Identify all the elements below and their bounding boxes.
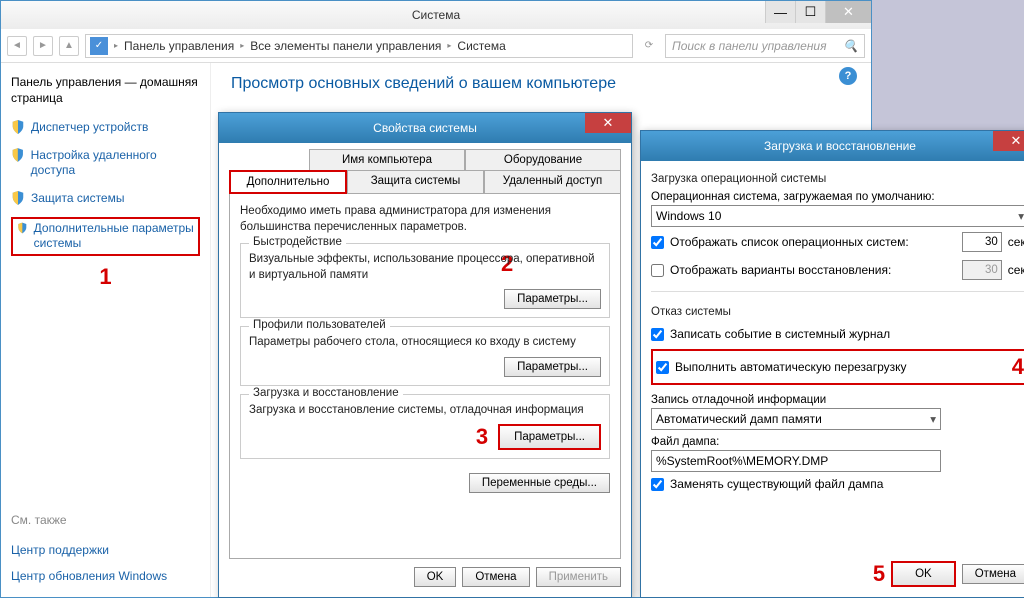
system-properties-dialog: Свойства системы ✕ 2 Имя компьютера Обор… [218,112,632,598]
minimize-button[interactable]: — [765,1,795,23]
dialog-titlebar: Загрузка и восстановление ✕ [641,131,1024,161]
control-panel-icon: ✓ [90,37,108,55]
sidebar-home[interactable]: Панель управления — домашняя страница [11,75,200,106]
tab-protection[interactable]: Защита системы [347,170,484,194]
apply-button: Применить [536,567,621,587]
back-button[interactable]: ◄ [7,36,27,56]
dialog-title: Свойства системы [229,121,621,135]
link-windows-update[interactable]: Центр обновления Windows [11,567,200,585]
dialog-close-button[interactable]: ✕ [993,131,1024,151]
refresh-button[interactable]: ⟳ [639,36,659,56]
marker-1: 1 [99,264,111,290]
dialog-close-button[interactable]: ✕ [585,113,631,133]
breadcrumb-item[interactable]: Панель управления [124,39,234,53]
shield-icon [17,221,28,235]
show-os-list-checkbox[interactable] [651,236,664,249]
search-input[interactable]: Поиск в панели управления 🔍 [665,34,865,58]
tab-hardware[interactable]: Оборудование [465,149,621,170]
dumpfile-input[interactable]: %SystemRoot%\MEMORY.DMP [651,450,941,472]
recovery-seconds: 30 [962,260,1002,280]
shield-icon [11,120,25,134]
tab-computer-name[interactable]: Имя компьютера [309,149,465,170]
env-vars-button[interactable]: Переменные среды... [469,473,610,493]
titlebar: Система — ☐ ✕ [1,1,871,29]
close-button[interactable]: ✕ [825,1,871,23]
sidebar-advanced-settings[interactable]: Дополнительные параметры системы [11,217,200,256]
page-title: Просмотр основных сведений о вашем компь… [231,75,851,93]
default-os-select[interactable]: Windows 10 [651,205,1024,227]
marker-3: 3 [476,424,488,450]
dump-label: Запись отладочной информации [651,394,1024,406]
shield-icon [11,148,25,162]
window-title: Система [412,8,460,22]
marker-5: 5 [873,561,885,587]
group-startup-recovery: Загрузка и восстановление Загрузка и вос… [240,394,610,460]
tab-remote[interactable]: Удаленный доступ [484,170,621,194]
cancel-button[interactable]: Отмена [462,567,529,587]
os-list-seconds[interactable]: 30 [962,232,1002,252]
tabs: Имя компьютера Оборудование Дополнительн… [229,149,621,194]
breadcrumb[interactable]: ✓ ▸ Панель управления ▸ Все элементы пан… [85,34,633,58]
tab-panel-advanced: Необходимо иметь права администратора дл… [229,193,621,559]
ok-button[interactable]: OK [891,561,956,587]
log-event-checkbox[interactable] [651,328,664,341]
see-also-label: См. также [11,513,200,533]
group-performance: Быстродействие Визуальные эффекты, испол… [240,243,610,318]
show-recovery-checkbox[interactable] [651,264,664,277]
navbar: ◄ ► ▲ ✓ ▸ Панель управления ▸ Все элемен… [1,29,871,63]
dialog-title: Загрузка и восстановление [651,139,1024,153]
startup-recovery-dialog: Загрузка и восстановление ✕ Загрузка опе… [640,130,1024,598]
dialog-titlebar: Свойства системы ✕ [219,113,631,143]
profiles-settings-button[interactable]: Параметры... [504,357,601,377]
tab-advanced[interactable]: Дополнительно [229,170,347,194]
sidebar-protection[interactable]: Защита системы [11,189,200,209]
link-support-center[interactable]: Центр поддержки [11,541,200,559]
maximize-button[interactable]: ☐ [795,1,825,23]
failure-section-label: Отказ системы [651,306,1024,318]
intro-text: Необходимо иметь права администратора дл… [240,204,610,235]
default-os-label: Операционная система, загружаемая по умо… [651,191,1024,203]
search-icon: 🔍 [843,39,858,53]
startup-recovery-settings-button[interactable]: Параметры... [498,424,601,450]
ok-button[interactable]: OK [414,567,457,587]
marker-4: 4 [1012,354,1024,380]
cancel-button[interactable]: Отмена [962,564,1024,584]
forward-button[interactable]: ► [33,36,53,56]
auto-restart-checkbox[interactable] [656,361,669,374]
boot-section-label: Загрузка операционной системы [651,173,1024,185]
dumpfile-label: Файл дампа: [651,436,1024,448]
sidebar-device-manager[interactable]: Диспетчер устройств [11,118,200,138]
sidebar: Панель управления — домашняя страница Ди… [1,63,211,597]
overwrite-checkbox[interactable] [651,478,664,491]
help-icon[interactable]: ? [839,67,857,85]
performance-settings-button[interactable]: Параметры... [504,289,601,309]
breadcrumb-item[interactable]: Все элементы панели управления [250,39,441,53]
shield-icon [11,191,25,205]
sidebar-remote[interactable]: Настройка удаленного доступа [11,146,200,181]
up-button[interactable]: ▲ [59,36,79,56]
dump-type-select[interactable]: Автоматический дамп памяти [651,408,941,430]
group-profiles: Профили пользователей Параметры рабочего… [240,326,610,386]
breadcrumb-item[interactable]: Система [457,39,505,53]
